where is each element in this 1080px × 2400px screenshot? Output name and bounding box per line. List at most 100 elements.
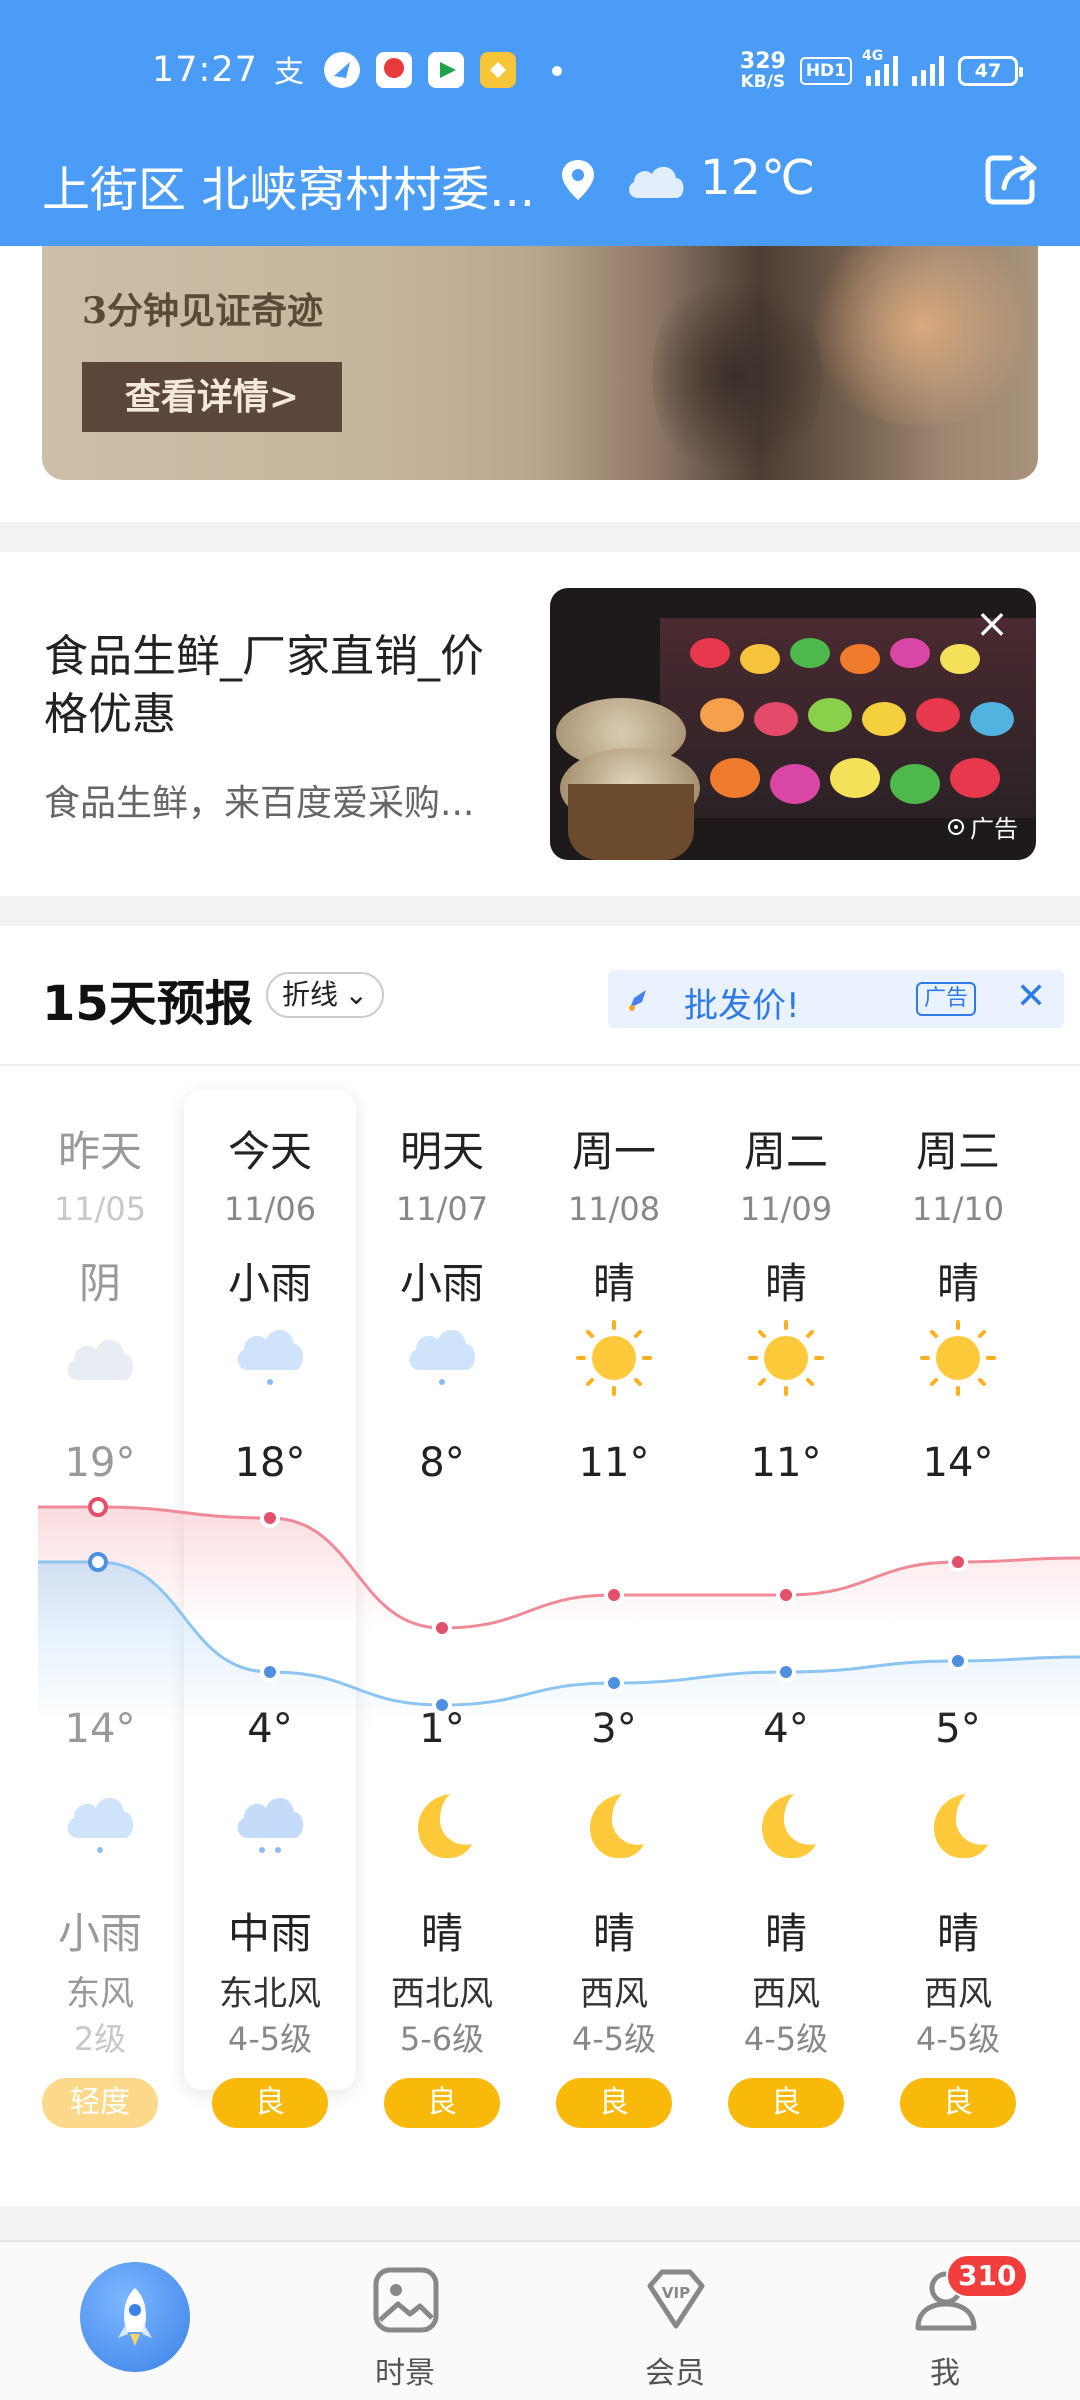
night-condition: 晴 — [936, 1909, 979, 1958]
status-bar: 17:27 支 329 KB/S HD1 4G 47 — [0, 40, 1080, 100]
basket-base — [568, 784, 694, 860]
banner-ad-card[interactable]: 3分钟见证奇迹 查看详情> — [0, 246, 1080, 522]
temperature-chart — [37, 1497, 1080, 1726]
night-condition: 晴 — [764, 1909, 807, 1958]
air-quality-badge[interactable]: 良 — [384, 2078, 500, 2128]
night-condition: 晴 — [420, 1909, 463, 1958]
day-name: 昨天 — [57, 1127, 142, 1176]
day-name: 今天 — [227, 1127, 312, 1176]
share-icon[interactable] — [984, 150, 1040, 206]
nav-me[interactable]: 我 — [810, 2242, 1080, 2400]
app-notification-icon — [428, 52, 464, 88]
light-rain-icon — [60, 1786, 140, 1866]
nav-vip[interactable]: VIP 会员 — [540, 2242, 810, 2400]
feed-ad-description[interactable]: 食品生鲜，来百度爱采购... — [44, 774, 474, 826]
status-time: 17:27 — [152, 50, 258, 90]
forecast-card: 15天预报 折线 ⌄ 批发价! 广告 ✕ 昨天 11/05 阴 19° 14° 小雨 东风 2… — [0, 926, 1080, 2206]
day-name: 周二 — [743, 1127, 828, 1176]
low-temp-point — [776, 1662, 796, 1682]
air-quality-badge[interactable]: 良 — [728, 2078, 844, 2128]
high-temp-point — [260, 1508, 280, 1528]
wind-direction: 西风 — [924, 1974, 992, 2014]
location-pin-icon[interactable] — [558, 158, 598, 202]
day-date: 11/06 — [223, 1190, 317, 1228]
bottom-navigation: 时景 VIP 会员 我 310 — [0, 2240, 1080, 2400]
nav-home[interactable] — [0, 2242, 270, 2400]
day-date: 11/05 — [53, 1190, 147, 1228]
nav-scenery-label: 时景 — [375, 2356, 435, 2391]
low-temp-point — [948, 1651, 968, 1671]
light-rain-icon — [402, 1318, 482, 1398]
location-bar[interactable]: 上街区 北峡窝村村委... 12℃ — [0, 140, 1080, 220]
ad-label: 广告 — [946, 809, 1018, 844]
app-header: 17:27 支 329 KB/S HD1 4G 47 上街区 北峡窝村村委...… — [0, 0, 1080, 246]
svg-text:支: 支 — [274, 55, 304, 88]
moderate-rain-icon — [230, 1786, 310, 1866]
hd-badge: HD1 — [799, 57, 852, 85]
wind-direction: 西北风 — [391, 1974, 493, 2014]
battery-icon: 47 — [958, 56, 1023, 86]
wind-level: 4-5级 — [571, 2020, 657, 2058]
close-ad-icon[interactable]: × — [974, 604, 1010, 644]
wind-level: 4-5级 — [915, 2020, 1001, 2058]
day-condition: 晴 — [936, 1259, 979, 1308]
day-date: 11/10 — [911, 1190, 1005, 1228]
feed-ad-title[interactable]: 食品生鲜_厂家直销_价格优惠 — [44, 628, 514, 744]
nav-scenery[interactable]: 时景 — [270, 2242, 540, 2400]
cloudy-icon — [60, 1318, 140, 1398]
high-temp-point — [948, 1552, 968, 1572]
moon-icon — [574, 1786, 654, 1866]
feed-ad-card[interactable]: 食品生鲜_厂家直销_价格优惠 食品生鲜，来百度爱采购... × 广告 — [0, 552, 1080, 896]
air-quality-badge[interactable]: 轻度 — [42, 2078, 158, 2128]
banner-ad-image[interactable]: 3分钟见证奇迹 查看详情> — [42, 246, 1038, 480]
rocket-icon — [118, 2288, 152, 2346]
low-temp-point — [604, 1673, 624, 1693]
banner-ad-details-button[interactable]: 查看详情> — [82, 362, 342, 432]
banner-ad-figure — [652, 266, 822, 480]
low-temp-point — [260, 1662, 280, 1682]
signal-icon: 4G — [862, 48, 898, 86]
low-temp-point — [432, 1695, 452, 1715]
weather-app: { "status_bar": { "time": "17:27", "net_… — [0, 0, 1080, 2400]
wind-direction: 东北风 — [219, 1974, 321, 2014]
day-condition: 阴 — [78, 1259, 121, 1308]
air-quality-badge[interactable]: 良 — [212, 2078, 328, 2128]
high-temp: 11° — [750, 1440, 822, 1486]
day-name: 周一 — [571, 1127, 656, 1176]
wind-level: 5-6级 — [399, 2020, 485, 2058]
air-quality-badge[interactable]: 良 — [556, 2078, 672, 2128]
high-temp: 11° — [578, 1440, 650, 1486]
current-temperature: 12℃ — [700, 150, 815, 206]
app-notification-icon — [376, 52, 412, 88]
status-indicators: 329 KB/S HD1 4G 47 — [740, 46, 1023, 96]
wind-direction: 西风 — [580, 1974, 648, 2014]
moon-icon — [746, 1786, 826, 1866]
day-date: 11/07 — [395, 1190, 489, 1228]
notification-badge: 310 — [946, 2254, 1029, 2298]
wind-direction: 东风 — [66, 1974, 134, 2014]
nav-vip-label: 会员 — [645, 2356, 705, 2391]
sun-icon — [918, 1318, 998, 1398]
location-name[interactable]: 上街区 北峡窝村村委... — [42, 150, 535, 220]
air-quality-badge[interactable]: 良 — [900, 2078, 1016, 2128]
nav-home-button[interactable] — [80, 2262, 190, 2372]
high-temp-point — [604, 1585, 624, 1605]
day-condition: 晴 — [764, 1259, 807, 1308]
day-condition: 小雨 — [227, 1259, 312, 1308]
sun-icon — [746, 1318, 826, 1398]
high-temp-point — [88, 1497, 108, 1517]
high-temp: 18° — [234, 1440, 306, 1486]
day-name: 明天 — [399, 1127, 484, 1176]
feed-ad-image[interactable]: × 广告 — [550, 588, 1036, 860]
sun-icon — [574, 1318, 654, 1398]
high-temp-point — [432, 1618, 452, 1638]
high-temp: 8° — [419, 1440, 465, 1486]
light-rain-icon — [230, 1318, 310, 1398]
night-condition: 小雨 — [57, 1909, 142, 1958]
banner-ad-figure — [802, 246, 1038, 426]
vip-icon: VIP — [647, 2269, 705, 2329]
svg-text:VIP: VIP — [662, 2284, 690, 2302]
wind-level: 2级 — [73, 2020, 127, 2058]
wind-level: 4-5级 — [743, 2020, 829, 2058]
low-temp-point — [88, 1552, 108, 1572]
